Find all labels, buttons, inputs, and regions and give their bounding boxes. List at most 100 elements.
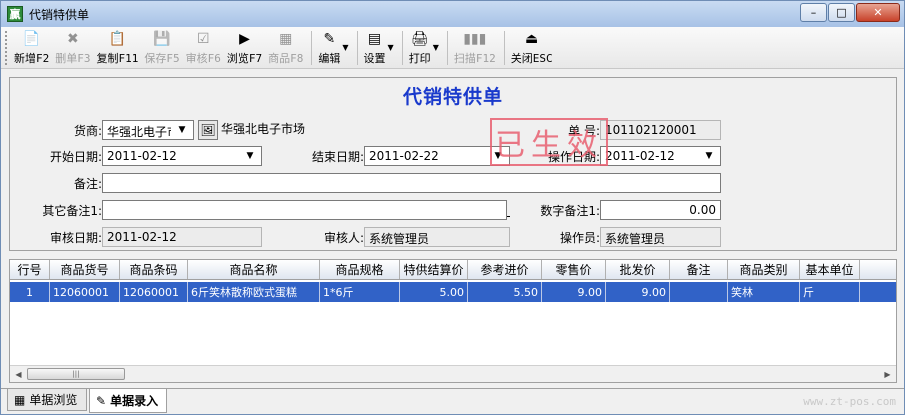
auditor-label: 审核人: (323, 231, 364, 245)
table-cell[interactable]: 9.00 (542, 282, 606, 302)
toolbar-button-5[interactable]: ▶ 浏览F7 (225, 27, 264, 67)
toolbar-separator (401, 31, 403, 65)
column-header-5[interactable]: 特供结算价 (400, 260, 468, 279)
toolbar-label-7: 编辑 (318, 52, 341, 65)
toolbar-icon-2: 📋 (108, 31, 127, 47)
toolbar-separator (446, 31, 448, 65)
column-header-7[interactable]: 零售价 (542, 260, 606, 279)
column-header-10[interactable]: 商品类别 (728, 260, 800, 279)
toolbar-button-9[interactable]: 🖨 打印 (407, 27, 433, 67)
table-cell[interactable]: 12060001 (50, 282, 120, 302)
column-header-0[interactable]: 行号 (10, 260, 50, 279)
toolbar-icon-11: ⏏ (525, 31, 539, 47)
horizontal-scrollbar[interactable]: ◀ ||| ▶ (10, 365, 896, 382)
start-date-dropdown-icon[interactable]: ▼ (239, 147, 261, 165)
toolbar-grip[interactable] (5, 31, 9, 65)
close-window-button[interactable]: ✕ (856, 3, 900, 22)
toolbar-button-4[interactable]: ☑ 审核F6 (184, 27, 223, 67)
form-title: 代销特供单 (402, 86, 503, 108)
supplier-lookup-button[interactable]: 🖼 (198, 120, 218, 140)
number-remark-label: 数字备注1: (540, 204, 600, 218)
table-cell[interactable]: 12060001 (120, 282, 188, 302)
other-remark-label: 其它备注1: (42, 204, 102, 218)
toolbar-label-1: 删单F3 (55, 52, 91, 65)
column-header-3[interactable]: 商品名称 (188, 260, 320, 279)
toolbar-icon-6: ▦ (279, 31, 293, 47)
toolbar-icon-8: ▤ (367, 31, 382, 47)
toolbar-label-5: 浏览F7 (226, 52, 263, 65)
column-header-1[interactable]: 商品货号 (50, 260, 120, 279)
column-header-2[interactable]: 商品条码 (120, 260, 188, 279)
toolbar-button-3[interactable]: 💾 保存F5 (142, 27, 181, 67)
supplier-name-text: 华强北电子市场 (221, 122, 306, 136)
toolbar-separator (311, 31, 313, 65)
docno-field: 101102120001 (600, 120, 721, 140)
op-date-dropdown-icon[interactable]: ▼ (698, 147, 720, 165)
grid-header: 行号 商品货号 商品条码 商品名称 商品规格 特供结算价 参考进价 零售价 批发价 备注 商品类别基… (10, 260, 896, 280)
table-cell[interactable]: 5.50 (468, 282, 542, 302)
toolbar-button-1[interactable]: ✖ 删单F3 (53, 27, 92, 67)
table-cell[interactable]: 斤 (800, 282, 860, 302)
scroll-right-icon[interactable]: ▶ (879, 366, 896, 382)
tab-label-1: 单据录入 (110, 394, 159, 408)
toolbar-label-10: 扫描F12 (453, 52, 496, 65)
toolbar-dropdown-icon-7[interactable]: ▼ (342, 43, 348, 52)
toolbar-separator (503, 31, 505, 65)
toolbar-button-6[interactable]: ▦ 商品F8 (266, 27, 305, 67)
toolbar-icon-0: 📄 (22, 31, 41, 47)
approved-stamp: 已生效 (490, 118, 608, 166)
table-cell[interactable]: 1*6斤 (320, 282, 400, 302)
supplier-select-value: 华强北电子市 (107, 125, 180, 139)
remark-input[interactable] (102, 173, 721, 193)
toolbar-icon-1: ✖ (67, 31, 79, 47)
audit-date-field: 2011-02-12 (102, 227, 262, 247)
column-header-4[interactable]: 商品规格 (320, 260, 400, 279)
column-header-8[interactable]: 批发价 (606, 260, 670, 279)
form-panel: 代销特供单 货商: 华强北电子市 ▼ 🖼 华强北电子市场 单 号: 101102… (9, 77, 897, 251)
toolbar-button-0[interactable]: 📄 新增F2 (12, 27, 51, 67)
toolbar-icon-7: ✎ (323, 31, 336, 47)
toolbar-button-10[interactable]: ▮▮▮ 扫描F12 (452, 27, 498, 67)
start-date-label: 开始日期: (49, 150, 102, 164)
supplier-select[interactable]: 华强北电子市 ▼ (102, 120, 194, 140)
table-cell[interactable]: 6斤笑林散称欧式蛋糕 (188, 282, 320, 302)
table-cell[interactable]: 9.00 (606, 282, 670, 302)
toolbar-button-2[interactable]: 📋 复制F11 (95, 27, 141, 67)
toolbar-label-4: 审核F6 (185, 52, 221, 65)
number-remark-input[interactable]: 0.00 (600, 200, 721, 220)
toolbar-button-11[interactable]: ⏏ 关闭ESC (509, 27, 555, 67)
table-cell[interactable] (670, 282, 728, 302)
toolbar-button-7[interactable]: ✎ 编辑 (316, 27, 342, 67)
app-logo-icon: 贏 (7, 6, 23, 22)
window-title: 代销特供单 (29, 7, 90, 22)
toolbar-icon-9: 🖨 (410, 31, 429, 47)
tab-0[interactable]: ▦ 单据浏览 (7, 389, 87, 411)
picture-icon: 🖼 (200, 123, 216, 137)
table-row[interactable]: 1 12060001 12060001 6斤笑林散称欧式蛋糕 1*6斤 5.00 5.50 9… (10, 282, 896, 302)
toolbar: 📄 新增F2 ✖ 删单F3 📋 复制F11 💾 保存F5 ☑ 审核F6 ▶ 浏览F7 ▦ 商品F8 ✎ 编辑 ▼… (1, 27, 904, 69)
column-header-6[interactable]: 参考进价 (468, 260, 542, 279)
audit-date-label: 审核日期: (49, 231, 102, 245)
column-header-9[interactable]: 备注 (670, 260, 728, 279)
scroll-left-icon[interactable]: ◀ (10, 366, 27, 382)
op-date-picker[interactable]: 2011-02-12 ▼ (600, 146, 721, 166)
toolbar-label-6: 商品F8 (268, 52, 304, 65)
column-header-11[interactable]: 基本单位 (800, 260, 860, 279)
title-bar[interactable]: 贏 代销特供单 – □ ✕ (1, 1, 904, 27)
minimize-button[interactable]: – (800, 3, 827, 22)
scroll-thumb[interactable]: ||| (27, 368, 125, 380)
start-date-picker[interactable]: 2011-02-12 ▼ (102, 146, 262, 166)
table-cell[interactable]: 1 (10, 282, 50, 302)
table-cell[interactable]: 笑林 (728, 282, 800, 302)
tab-1[interactable]: ✎ 单据录入 (89, 389, 167, 413)
toolbar-dropdown-icon-8[interactable]: ▼ (388, 43, 394, 52)
toolbar-label-9: 打印 (408, 52, 431, 65)
operator-field: 系统管理员 (600, 227, 721, 247)
toolbar-button-8[interactable]: ▤ 设置 (362, 27, 388, 67)
other-remark-input[interactable] (102, 200, 507, 220)
supplier-dropdown-arrow-icon[interactable]: ▼ (171, 121, 193, 139)
table-cell[interactable]: 5.00 (400, 282, 468, 302)
end-date-picker[interactable]: 2011-02-22 ▼ (364, 146, 510, 166)
toolbar-dropdown-icon-9[interactable]: ▼ (433, 43, 439, 52)
maximize-button[interactable]: □ (828, 3, 855, 22)
